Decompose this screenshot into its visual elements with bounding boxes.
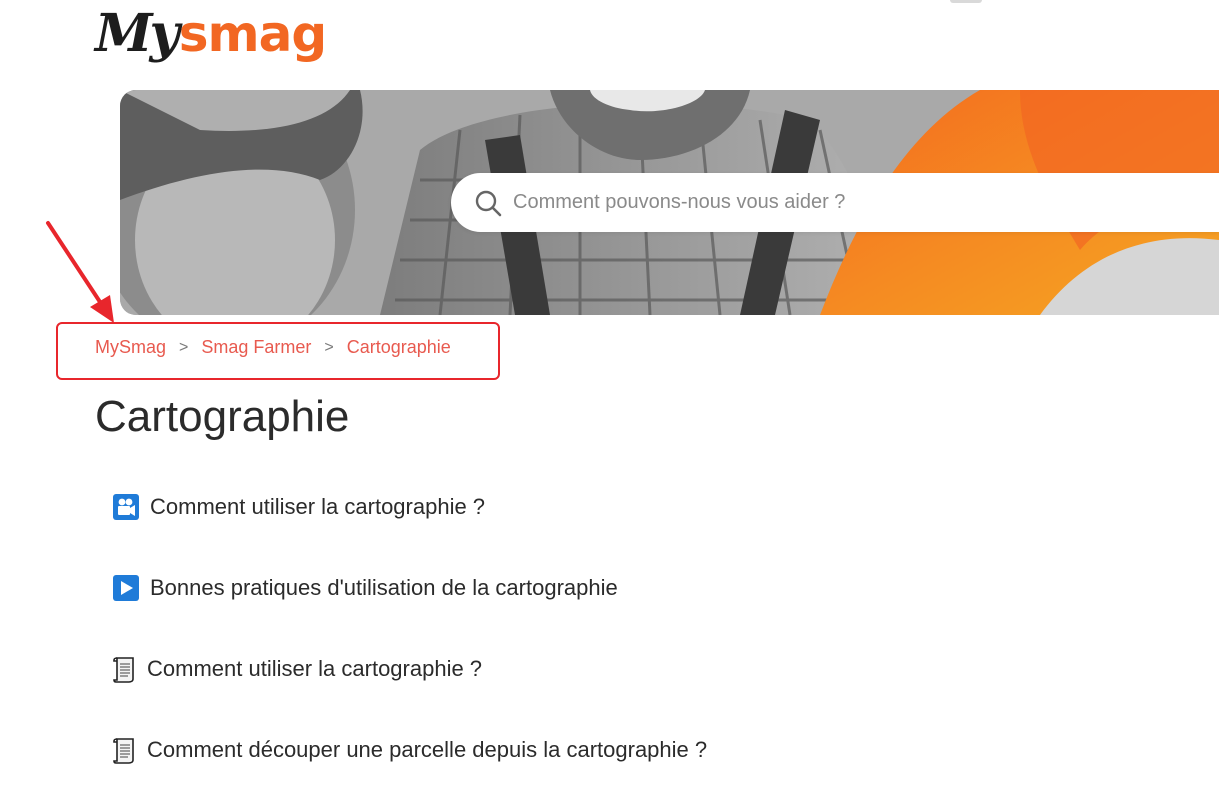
article-link[interactable]: Comment utiliser la cartographie ? [112,488,485,526]
article-link[interactable]: Comment découper une parcelle depuis la … [112,731,707,769]
article-title: Comment utiliser la cartographie ? [147,656,483,681]
article-title: Bonnes pratiques d'utilisation de la car… [150,575,618,600]
search-input[interactable] [513,182,1193,223]
list-item: Comment utiliser la cartographie ? [112,488,707,569]
play-button-icon [112,574,140,602]
breadcrumb-item-mysmag[interactable]: MySmag [95,337,166,358]
video-camera-icon [112,493,140,521]
breadcrumb: MySmag > Smag Farmer > Cartographie [95,337,451,358]
logo-text-my: My [95,3,180,64]
breadcrumb-separator: > [324,338,334,356]
page-title: Cartographie [95,392,350,441]
top-tab-indicator [950,0,982,3]
annotation-arrow [46,221,114,323]
search-icon[interactable] [471,186,505,220]
scroll-icon [112,655,138,683]
scroll-icon [112,736,138,764]
article-link[interactable]: Bonnes pratiques d'utilisation de la car… [112,569,618,607]
article-title: Comment utiliser la cartographie ? [150,494,486,519]
logo-text-smag: smag [178,5,327,63]
mysmag-logo[interactable]: My smag [95,3,327,74]
article-list: Comment utiliser la cartographie ? Bonne… [112,488,707,810]
breadcrumb-item-smag-farmer[interactable]: Smag Farmer [201,337,311,358]
search-bar[interactable] [451,173,1219,232]
list-item: Bonnes pratiques d'utilisation de la car… [112,569,707,650]
list-item: Comment utiliser la cartographie ? [112,650,707,731]
page: My smag Comment pouvons-nous vous aider … [0,0,1219,810]
list-item: Comment découper une parcelle depuis la … [112,731,707,810]
breadcrumb-separator: > [179,338,189,356]
breadcrumb-item-cartographie[interactable]: Cartographie [347,337,451,358]
article-title: Comment découper une parcelle depuis la … [147,737,708,762]
article-link[interactable]: Comment utiliser la cartographie ? [112,650,482,688]
